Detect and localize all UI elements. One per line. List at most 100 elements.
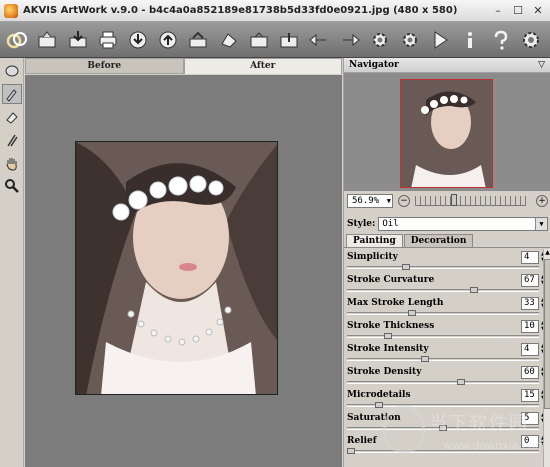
param-slider[interactable] [347,312,539,315]
param-value-input[interactable]: 33 [521,297,539,310]
param-label: Stroke Intensity [347,344,429,354]
param-row: Max Stroke Length33▲▼ [344,295,543,318]
param-slider-knob[interactable] [383,333,392,339]
preferences-gear-icon[interactable] [520,27,542,53]
tab-painting[interactable]: Painting [346,234,403,247]
param-value-input[interactable]: 15 [521,389,539,402]
param-slider[interactable] [347,358,539,361]
param-slider-knob[interactable] [347,448,355,454]
param-row: Stroke Density60▲▼ [344,364,543,387]
app-logo-icon [4,3,18,18]
param-row: Relief0▲▼ [344,433,543,456]
parameter-list: Simplicity4▲▼Stroke Curvature67▲▼Max Str… [344,249,543,467]
tool-panel [0,58,24,467]
import-preset-button[interactable] [127,27,149,53]
eraser-tool-icon[interactable] [2,107,22,127]
param-slider-knob[interactable] [457,379,466,385]
close-button[interactable]: ✕ [530,3,546,17]
dropdown-arrow-icon: ▼ [535,218,547,230]
param-slider[interactable] [347,266,539,269]
tab-decoration[interactable]: Decoration [403,234,474,247]
param-row: Stroke Thickness10▲▼ [344,318,543,341]
param-label: Relief [347,436,377,446]
param-slider-knob[interactable] [439,425,447,431]
param-value-input[interactable]: 4 [521,343,539,356]
navigator-title: Navigator [349,60,399,70]
minimize-button[interactable]: – [490,3,506,17]
param-slider[interactable] [347,335,539,338]
export-preset-button[interactable] [157,27,179,53]
zoom-out-button[interactable]: − [398,195,410,207]
hand-tool-icon[interactable] [2,153,22,173]
brush-tool-icon[interactable] [2,84,22,104]
tab-before[interactable]: Before [25,58,184,74]
param-value-input[interactable]: 67 [521,274,539,287]
zoom-slider[interactable] [415,194,526,206]
param-row: Microdetails15▲▼ [344,387,543,410]
param-label: Microdetails [347,390,411,400]
navigator-thumbnail[interactable] [400,79,493,188]
share-social-button[interactable] [248,27,270,53]
run-play-button[interactable] [429,27,451,53]
hand-preview-tool-icon[interactable] [2,61,22,81]
zoom-level-select[interactable]: 56.9% ▼ [347,194,393,208]
style-value: Oil [382,219,399,229]
help-button[interactable] [490,27,512,53]
scrollbar-thumb[interactable] [544,259,550,409]
param-slider-knob[interactable] [402,264,411,270]
undo-button[interactable] [308,27,330,53]
navigator-header: Navigator ▽ [344,58,550,73]
save-image-button[interactable] [66,27,88,53]
dropdown-arrow-icon: ▼ [386,197,391,205]
maximize-button[interactable]: ☐ [510,3,526,17]
zoom-in-button[interactable]: + [536,195,548,207]
param-slider-knob[interactable] [374,402,383,408]
style-label: Style: [347,219,376,229]
param-slider-knob[interactable] [420,356,429,362]
param-row: Simplicity4▲▼ [344,249,543,272]
smudge-tool-icon[interactable] [2,130,22,150]
param-slider[interactable] [347,289,539,292]
tab-after[interactable]: After [183,58,342,74]
info-button[interactable] [459,27,481,53]
zoom-controls: 56.9% ▼ − + [344,192,550,210]
settings-gear-icon[interactable] [369,27,391,53]
settings-scrollbar[interactable]: ▲ [543,249,550,467]
zoom-level-value: 56.9% [352,196,380,206]
image-canvas-area: Before After [25,58,342,467]
export-button[interactable] [278,27,300,53]
param-slider-knob[interactable] [407,310,416,316]
param-slider-knob[interactable] [470,287,479,293]
image-canvas[interactable] [25,75,342,467]
param-label: Stroke Curvature [347,275,435,285]
param-value-input[interactable]: 0 [521,435,539,448]
zoom-tool-icon[interactable] [2,176,22,196]
gear-icon[interactable] [399,27,421,53]
param-slider[interactable] [347,381,539,384]
style-select[interactable]: Oil ▼ [378,217,548,231]
open-image-button[interactable] [36,27,58,53]
window-title: AKVIS ArtWork v.9.0 - b4c4a0a852189e8173… [23,5,458,16]
param-value-input[interactable]: 4 [521,251,539,264]
print-button[interactable] [97,27,119,53]
right-panel: Navigator ▽ 56.9% ▼ − + Style: Oil ▼ Pai… [343,58,550,467]
param-value-input[interactable]: 60 [521,366,539,379]
collapse-chevron-icon[interactable]: ▽ [538,60,545,70]
param-slider[interactable] [347,450,539,453]
param-value-input[interactable]: 10 [521,320,539,333]
navigator-preview[interactable] [344,73,550,191]
param-value-input[interactable]: 5 [521,412,539,425]
param-label: Stroke Thickness [347,321,435,331]
param-row: Stroke Curvature67▲▼ [344,272,543,295]
redo-button[interactable] [338,27,360,53]
share-button[interactable] [218,27,240,53]
zoom-slider-knob[interactable] [450,194,457,206]
title-bar: AKVIS ArtWork v.9.0 - b4c4a0a852189e8173… [0,0,550,22]
scroll-up-icon[interactable]: ▲ [544,249,550,257]
before-after-tabs: Before After [25,58,342,74]
processed-photo [75,141,278,395]
style-row: Style: Oil ▼ [344,216,550,232]
param-label: Simplicity [347,252,398,262]
settings-tabs: Painting Decoration [344,234,550,248]
batch-process-button[interactable] [187,27,209,53]
